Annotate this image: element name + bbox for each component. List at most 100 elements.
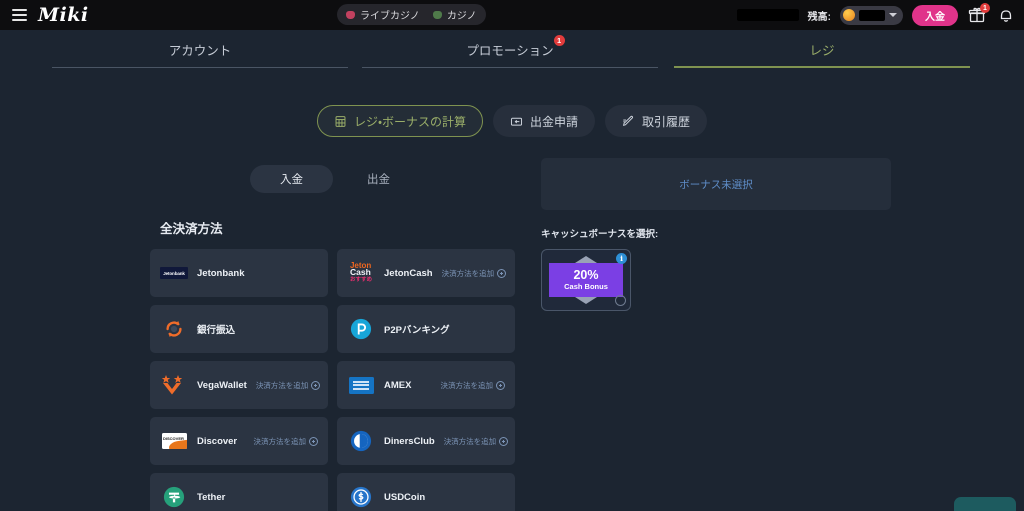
amex-logo — [347, 374, 375, 396]
add-payment-method-link[interactable]: 決済方法を追加 — [440, 380, 505, 391]
balance-selector[interactable] — [840, 5, 903, 25]
bank-transfer-icon — [160, 318, 188, 340]
tab-underline — [52, 67, 348, 68]
main-tabs: アカウント プロモーション 1 レジ — [0, 30, 1024, 70]
tab-promotions-label: プロモーション 1 — [466, 34, 565, 59]
payment-method-p2p-banking[interactable]: P2Pバンキング — [337, 305, 515, 353]
plus-circle-icon — [309, 436, 318, 446]
dinersclub-logo — [347, 430, 375, 452]
top-bar: Miki ライブカジノ カジノ 残高: 入金 1 — [0, 0, 1024, 30]
history-pen-icon — [622, 115, 635, 128]
add-payment-method-label: 決済方法を追加 — [255, 380, 309, 390]
coin-icon — [843, 9, 855, 21]
payment-method-discover[interactable]: DISCOVER Discover 決済方法を追加 — [150, 417, 328, 465]
cash-bonus-select-label: キャッシュボーナスを選択: — [541, 229, 659, 240]
username-redacted — [736, 9, 799, 21]
discover-logo: DISCOVER — [160, 430, 188, 452]
bonus-not-selected-label: ボーナス未選択 — [679, 178, 753, 191]
add-payment-method-label: 決済方法を追加 — [253, 436, 307, 446]
payment-method-label: Jetonbank — [197, 267, 245, 279]
pill-transaction-history[interactable]: 取引履歴 — [605, 105, 708, 137]
chat-widget[interactable] — [954, 497, 1016, 511]
payment-method-amex[interactable]: AMEX 決済方法を追加 — [337, 361, 515, 409]
jetoncash-logo: Jeton Cash おすすめ — [347, 262, 375, 284]
tab-account[interactable]: アカウント — [52, 30, 348, 68]
nav-casino-label: カジノ — [446, 11, 477, 22]
payment-method-label: JetonCash — [384, 267, 433, 279]
p2p-banking-icon — [347, 318, 375, 340]
withdraw-card-icon — [510, 115, 523, 128]
payment-method-label: P2Pバンキング — [384, 325, 450, 336]
calculator-icon — [334, 115, 347, 128]
payment-method-label: Discover — [197, 435, 238, 447]
jetonbank-logo: Jetonbank — [160, 262, 188, 284]
add-payment-method-link[interactable]: 決済方法を追加 — [256, 380, 321, 391]
payment-method-tether[interactable]: Tether — [150, 473, 328, 511]
add-payment-method-link[interactable]: 決済方法を追加 — [444, 436, 509, 447]
add-payment-method-label: 決済方法を追加 — [440, 380, 494, 390]
cashier-page: Miki ライブカジノ カジノ 残高: 入金 1 アカウント プロモーション 1… — [0, 0, 1024, 511]
payment-method-dinersclub[interactable]: DinersClub 決済方法を追加 — [337, 417, 515, 465]
payment-method-vegawallet[interactable]: VegaWallet 決済方法を追加 — [150, 361, 328, 409]
tab-underline-active — [674, 66, 970, 68]
tab-underline — [362, 67, 658, 68]
payment-methods-column: 入金 出金 全決済方法 Jetonbank Jetonbank Jeton Ca… — [150, 165, 535, 511]
toggle-deposit[interactable]: 入金 — [250, 165, 333, 193]
payment-methods-grid: Jetonbank Jetonbank Jeton Cash おすすめ Jeto… — [150, 249, 535, 511]
gift-icon[interactable]: 1 — [967, 3, 990, 25]
info-icon[interactable]: i — [616, 253, 627, 264]
add-payment-method-link[interactable]: 決済方法を追加 — [253, 436, 318, 447]
casino-icon — [432, 10, 442, 19]
pill-withdraw-request-label: 出金申請 — [530, 114, 579, 129]
balance-label: 残高: — [807, 11, 831, 23]
cashier-section-pills: レジ・ボーナスの計算 出金申請 取引履歴 — [0, 105, 1024, 137]
payment-method-jetonbank[interactable]: Jetonbank Jetonbank — [150, 249, 328, 297]
bonus-percent: 20% — [573, 267, 599, 282]
deposit-withdraw-toggle: 入金 出金 — [250, 165, 535, 193]
add-payment-method-label: 決済方法を追加 — [441, 268, 495, 278]
payment-method-bank-transfer[interactable]: 銀行振込 — [150, 305, 328, 353]
tab-cashier-label: レジ — [809, 43, 835, 58]
payment-method-jetoncash[interactable]: Jeton Cash おすすめ JetonCash 決済方法を追加 — [337, 249, 515, 297]
payment-methods-title: 全決済方法 — [160, 222, 223, 236]
bell-icon[interactable] — [996, 5, 1016, 25]
usdcoin-logo — [347, 486, 375, 508]
tether-logo — [160, 486, 188, 508]
gift-badge: 1 — [980, 3, 990, 13]
payment-method-label: Tether — [197, 491, 226, 503]
tab-promotions-badge: 1 — [553, 34, 565, 46]
bonus-not-selected-panel[interactable]: ボーナス未選択 — [541, 158, 891, 210]
top-bar-right: 残高: 入金 1 — [736, 0, 1016, 30]
vegawallet-logo — [160, 374, 188, 396]
add-payment-method-label: 決済方法を追加 — [443, 436, 497, 446]
payment-method-label: DinersClub — [384, 435, 435, 447]
add-payment-method-link[interactable]: 決済方法を追加 — [442, 268, 507, 279]
brand-logo[interactable]: Miki — [38, 4, 89, 26]
live-casino-icon — [346, 10, 355, 19]
tab-cashier[interactable]: レジ — [674, 30, 970, 68]
bonus-select-radio[interactable] — [615, 295, 626, 306]
bonus-column: ボーナス未選択 キャッシュボーナスを選択: 20% Cash Bonus i — [541, 158, 891, 311]
bonus-subtitle: Cash Bonus — [564, 281, 608, 291]
plus-circle-icon — [497, 268, 507, 278]
tab-promotions[interactable]: プロモーション 1 — [362, 30, 658, 68]
deposit-button[interactable]: 入金 — [912, 4, 958, 26]
payment-method-label: AMEX — [384, 379, 412, 391]
jetoncash-logo-line3: おすすめ — [349, 276, 372, 283]
pill-transaction-history-label: 取引履歴 — [642, 114, 691, 129]
pill-withdraw-request[interactable]: 出金申請 — [493, 105, 596, 137]
nav-casino[interactable]: カジノ — [432, 7, 477, 22]
plus-circle-icon — [496, 380, 505, 390]
balance-value-redacted — [859, 9, 885, 21]
payment-method-usdcoin[interactable]: USDCoin — [337, 473, 515, 511]
plus-circle-icon — [311, 380, 321, 390]
payment-method-label: 銀行振込 — [197, 325, 236, 336]
payment-method-label: VegaWallet — [197, 379, 247, 391]
chevron-down-icon — [889, 13, 897, 17]
hamburger-icon[interactable] — [6, 0, 32, 30]
pill-cashier-bonus-calc[interactable]: レジ・ボーナスの計算 — [316, 105, 484, 137]
toggle-withdraw[interactable]: 出金 — [337, 165, 420, 193]
bonus-card-20-cash[interactable]: 20% Cash Bonus i — [541, 249, 631, 311]
nav-live-casino[interactable]: ライブカジノ — [346, 7, 420, 22]
jetoncash-logo-line2: Cash — [349, 267, 371, 278]
